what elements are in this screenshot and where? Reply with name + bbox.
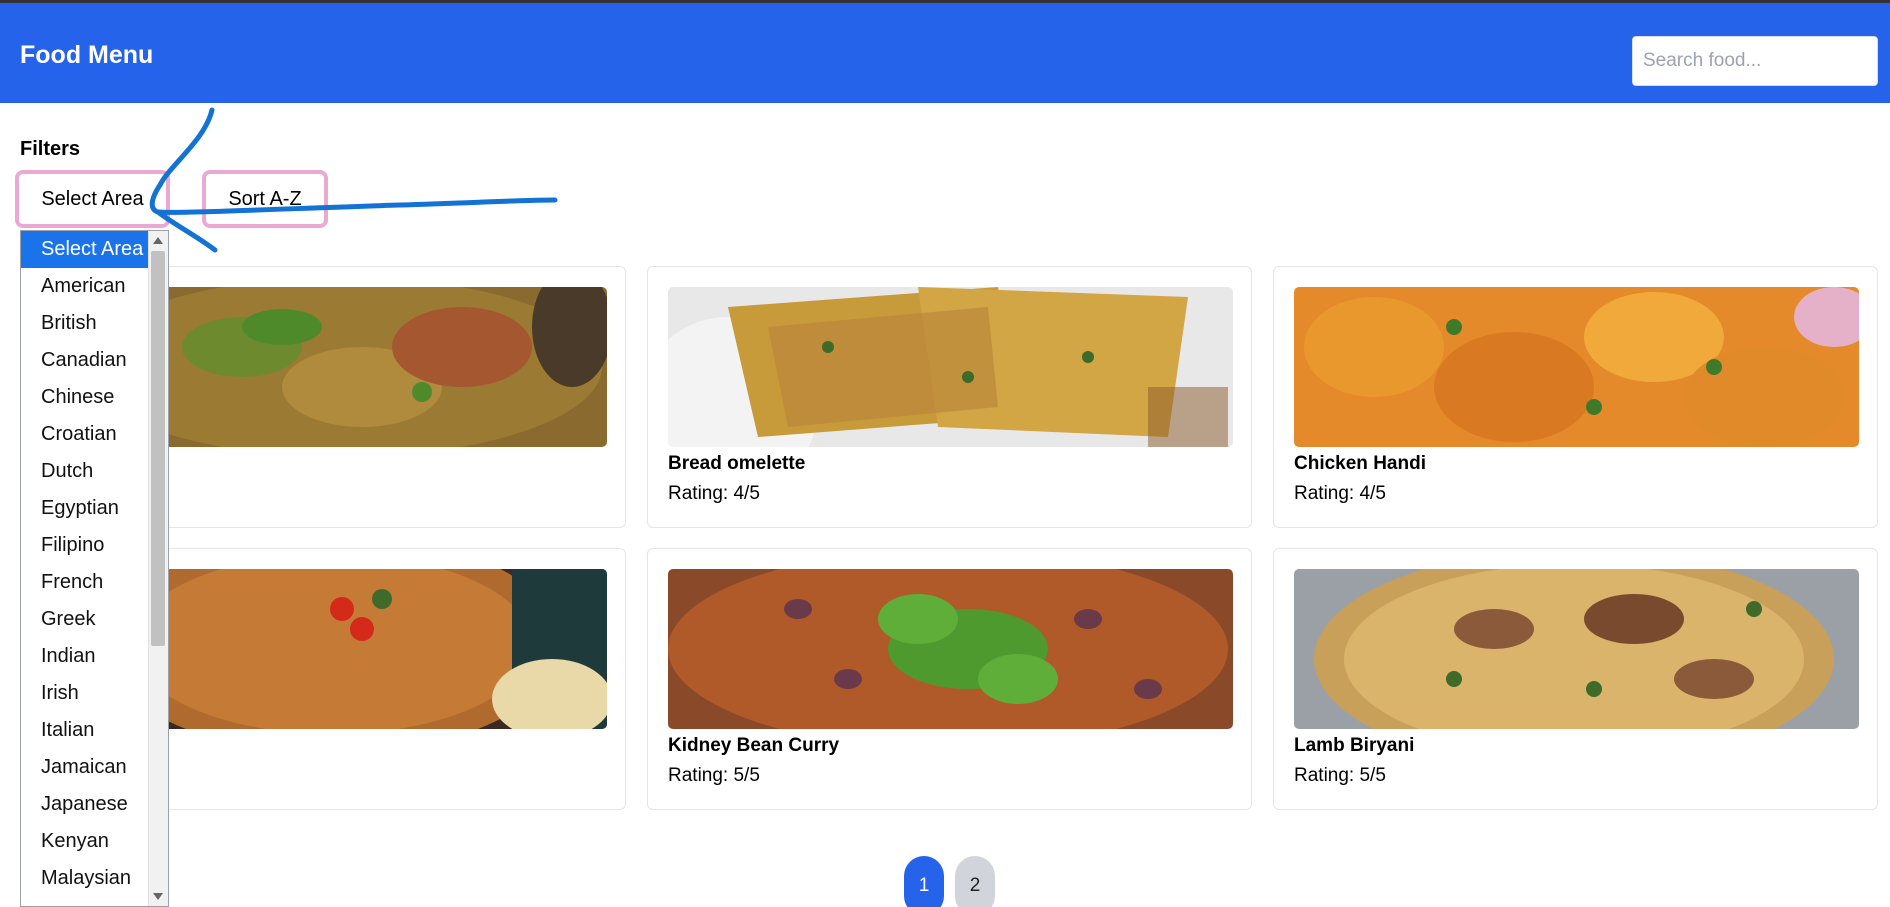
food-image-kidney-bean-curry	[668, 569, 1233, 729]
food-title: Lamb Biryani	[1294, 735, 1415, 756]
scroll-down-arrow-icon[interactable]	[153, 893, 163, 900]
area-option[interactable]: Japanese	[21, 786, 148, 823]
navbar: Food Menu	[0, 3, 1890, 103]
app-title: Food Menu	[20, 41, 154, 69]
food-title: Kidney Bean Curry	[668, 735, 840, 756]
area-option[interactable]: Canadian	[21, 342, 148, 379]
area-option[interactable]: Greek	[21, 601, 148, 638]
area-option[interactable]: Kenyan	[21, 823, 148, 860]
area-option[interactable]: Croatian	[21, 416, 148, 453]
food-image-chicken-handi	[1294, 287, 1859, 447]
area-option[interactable]: French	[21, 564, 148, 601]
page-2-button[interactable]: 2	[955, 856, 995, 907]
area-option[interactable]: Malaysian	[21, 860, 148, 897]
area-option[interactable]: Filipino	[21, 527, 148, 564]
food-card[interactable]: Kidney Bean Curry Rating: 5/5	[647, 548, 1252, 810]
food-title: Bread omelette	[668, 453, 806, 474]
food-rating: Rating: 5/5	[1294, 765, 1386, 786]
page-1-button[interactable]: 1	[904, 856, 944, 907]
scrollbar-thumb[interactable]	[151, 251, 165, 646]
area-option[interactable]: Chinese	[21, 379, 148, 416]
area-option[interactable]: Indian	[21, 638, 148, 675]
area-option[interactable]: Irish	[21, 675, 148, 712]
food-image-bread-omelette	[668, 287, 1233, 447]
sort-az-label: Sort A-Z	[228, 187, 302, 210]
food-rating: Rating: 4/5	[1294, 483, 1386, 504]
scroll-up-arrow-icon[interactable]	[153, 237, 163, 244]
area-option[interactable]: Select Area	[21, 231, 148, 268]
filters-heading: Filters	[20, 138, 81, 160]
food-rating: Rating: 5/5	[668, 765, 760, 786]
search-input[interactable]	[1632, 36, 1878, 86]
dropdown-scrollbar[interactable]	[148, 231, 168, 906]
area-select[interactable]: Select Area	[15, 170, 170, 228]
area-option[interactable]: British	[21, 305, 148, 342]
sort-az-button[interactable]: Sort A-Z	[202, 170, 328, 228]
area-option[interactable]: Egyptian	[21, 490, 148, 527]
area-dropdown-list[interactable]: Select Area American British Canadian Ch…	[20, 230, 169, 907]
food-title: Chicken Handi	[1294, 453, 1426, 474]
food-rating: Rating: 4/5	[668, 483, 760, 504]
area-select-value: Select Area	[41, 187, 144, 210]
food-image-lamb-biryani	[1294, 569, 1859, 729]
area-option[interactable]: American	[21, 268, 148, 305]
area-option[interactable]: Dutch	[21, 453, 148, 490]
food-card[interactable]: Chicken Handi Rating: 4/5	[1273, 266, 1878, 528]
area-option[interactable]: Italian	[21, 712, 148, 749]
food-card[interactable]: Bread omelette Rating: 4/5	[647, 266, 1252, 528]
food-card[interactable]: Lamb Biryani Rating: 5/5	[1273, 548, 1878, 810]
area-option[interactable]: Jamaican	[21, 749, 148, 786]
